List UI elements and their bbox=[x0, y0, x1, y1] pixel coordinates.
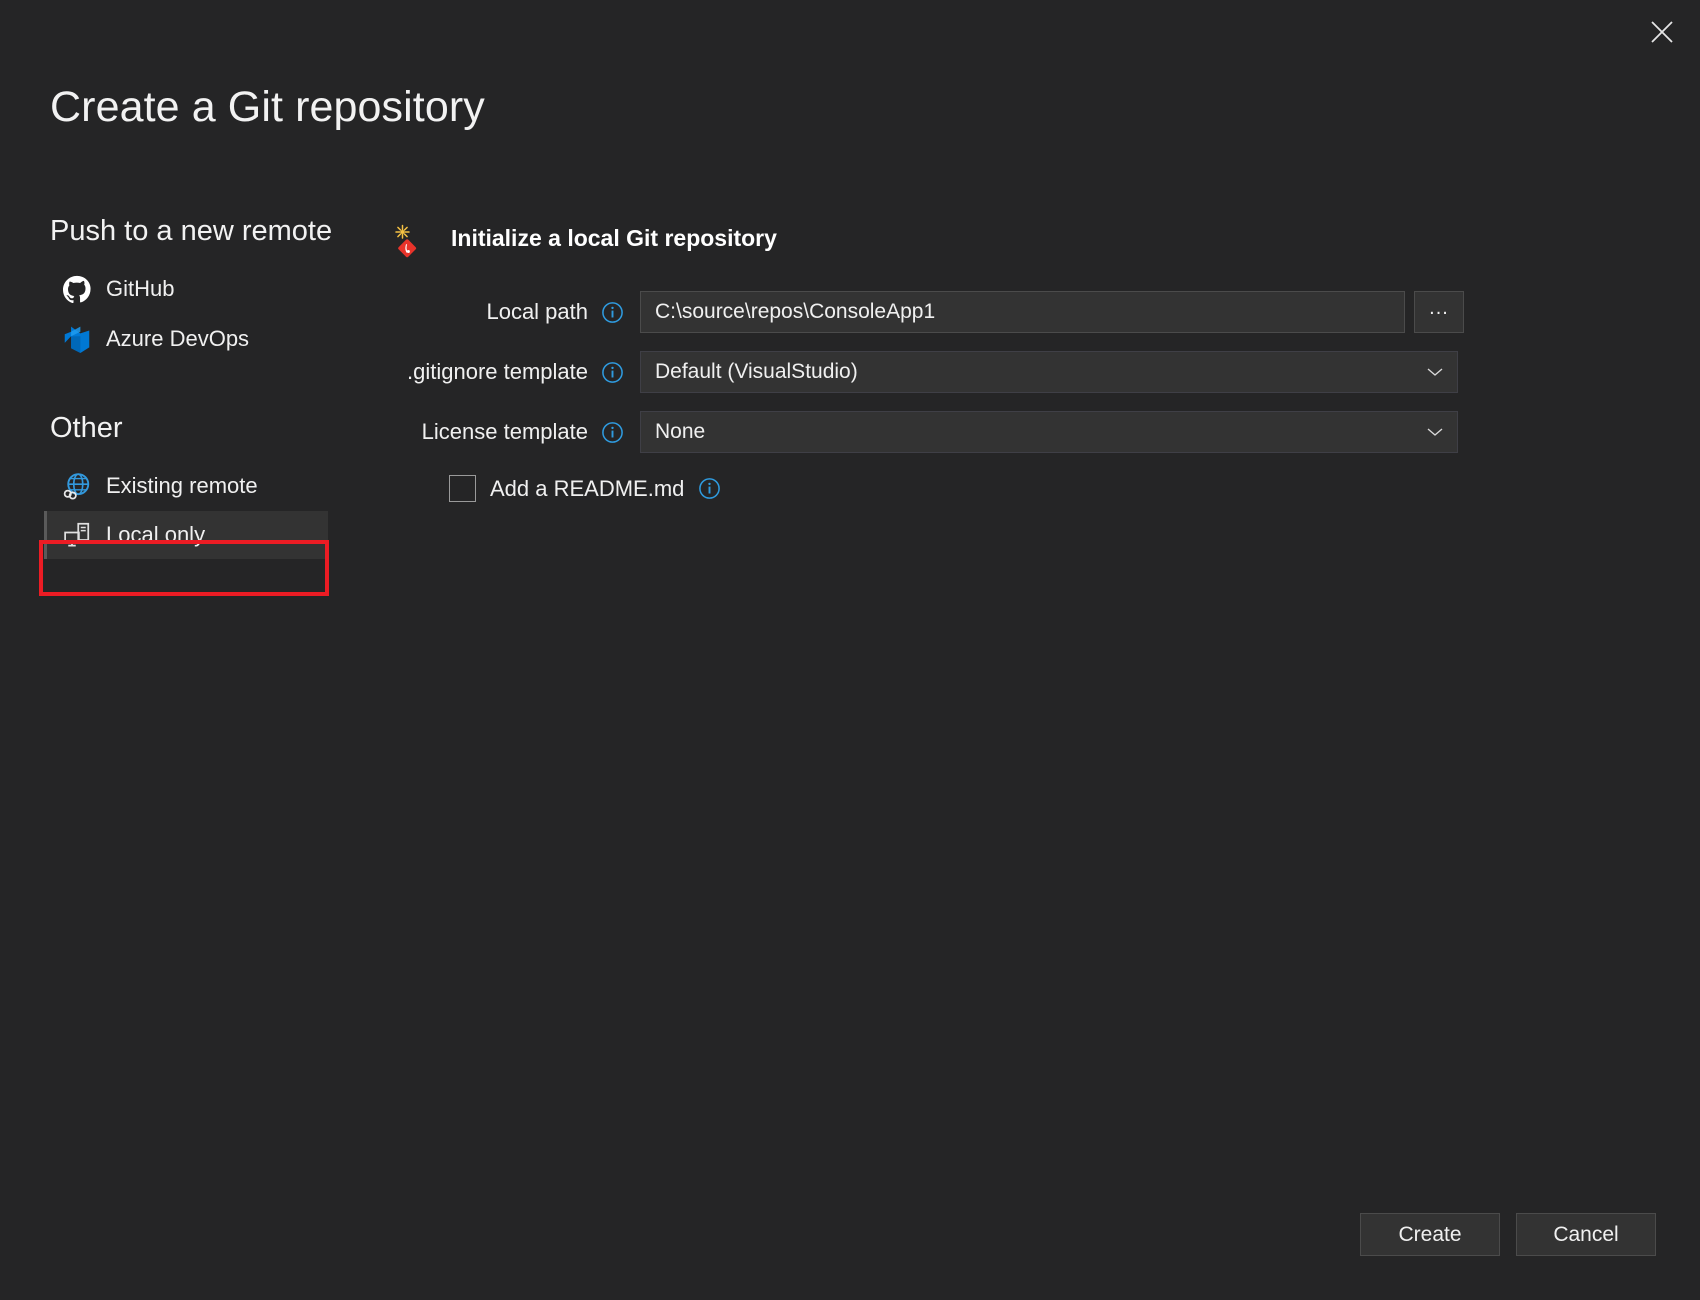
page-title: Create a Git repository bbox=[50, 82, 485, 134]
repository-options-panel: Initialize a local Git repository Local … bbox=[385, 215, 1655, 502]
gitignore-template-select[interactable]: Default (VisualStudio) bbox=[640, 351, 1458, 393]
local-computer-icon bbox=[62, 520, 92, 550]
sidebar: Push to a new remote GitHub Azure DevOps… bbox=[0, 215, 360, 559]
info-icon[interactable] bbox=[601, 421, 624, 444]
gitignore-template-value: Default (VisualStudio) bbox=[655, 360, 858, 384]
create-button[interactable]: Create bbox=[1360, 1213, 1500, 1256]
info-icon[interactable] bbox=[601, 301, 624, 324]
close-button[interactable] bbox=[1636, 8, 1688, 56]
readme-row: Add a README.md bbox=[385, 475, 1655, 502]
license-template-select[interactable]: None bbox=[640, 411, 1458, 453]
add-readme-label: Add a README.md bbox=[490, 476, 684, 502]
github-icon bbox=[62, 274, 92, 304]
local-path-row: Local path C:\source\repos\ConsoleApp1 .… bbox=[385, 291, 1655, 333]
gitignore-template-row: .gitignore template Default (VisualStudi… bbox=[385, 351, 1655, 393]
globe-remote-icon bbox=[62, 471, 92, 501]
sidebar-item-existing-remote[interactable]: Existing remote bbox=[0, 461, 360, 511]
sidebar-item-label: Azure DevOps bbox=[106, 326, 249, 352]
local-path-input[interactable]: C:\source\repos\ConsoleApp1 bbox=[640, 291, 1405, 333]
sidebar-item-label: GitHub bbox=[106, 276, 174, 302]
license-template-row: License template None bbox=[385, 411, 1655, 453]
dialog-footer: Create Cancel bbox=[1360, 1213, 1656, 1256]
sidebar-item-azure-devops[interactable]: Azure DevOps bbox=[0, 314, 360, 364]
close-icon bbox=[1649, 19, 1675, 45]
local-path-label-text: Local path bbox=[486, 299, 588, 325]
gitignore-template-label: .gitignore template bbox=[385, 359, 640, 385]
azure-devops-icon bbox=[62, 324, 92, 354]
sidebar-item-local-only[interactable]: Local only bbox=[44, 511, 328, 559]
sidebar-group-heading-push: Push to a new remote bbox=[0, 215, 360, 248]
git-repository-icon bbox=[385, 215, 431, 261]
sidebar-item-label: Existing remote bbox=[106, 473, 258, 499]
license-template-label: License template bbox=[385, 419, 640, 445]
panel-header: Initialize a local Git repository bbox=[385, 215, 1655, 261]
license-template-label-text: License template bbox=[422, 419, 588, 445]
info-icon[interactable] bbox=[601, 361, 624, 384]
local-path-label: Local path bbox=[385, 299, 640, 325]
sidebar-group-heading-other: Other bbox=[0, 412, 360, 445]
gitignore-template-label-text: .gitignore template bbox=[407, 359, 588, 385]
sidebar-item-label: Local only bbox=[106, 522, 205, 548]
browse-button[interactable]: ... bbox=[1414, 291, 1464, 333]
chevron-down-icon bbox=[1427, 427, 1443, 437]
add-readme-checkbox[interactable] bbox=[449, 475, 476, 502]
info-icon[interactable] bbox=[698, 477, 721, 500]
chevron-down-icon bbox=[1427, 367, 1443, 377]
cancel-button[interactable]: Cancel bbox=[1516, 1213, 1656, 1256]
panel-title: Initialize a local Git repository bbox=[451, 225, 777, 252]
sidebar-item-github[interactable]: GitHub bbox=[0, 264, 360, 314]
license-template-value: None bbox=[655, 420, 705, 444]
